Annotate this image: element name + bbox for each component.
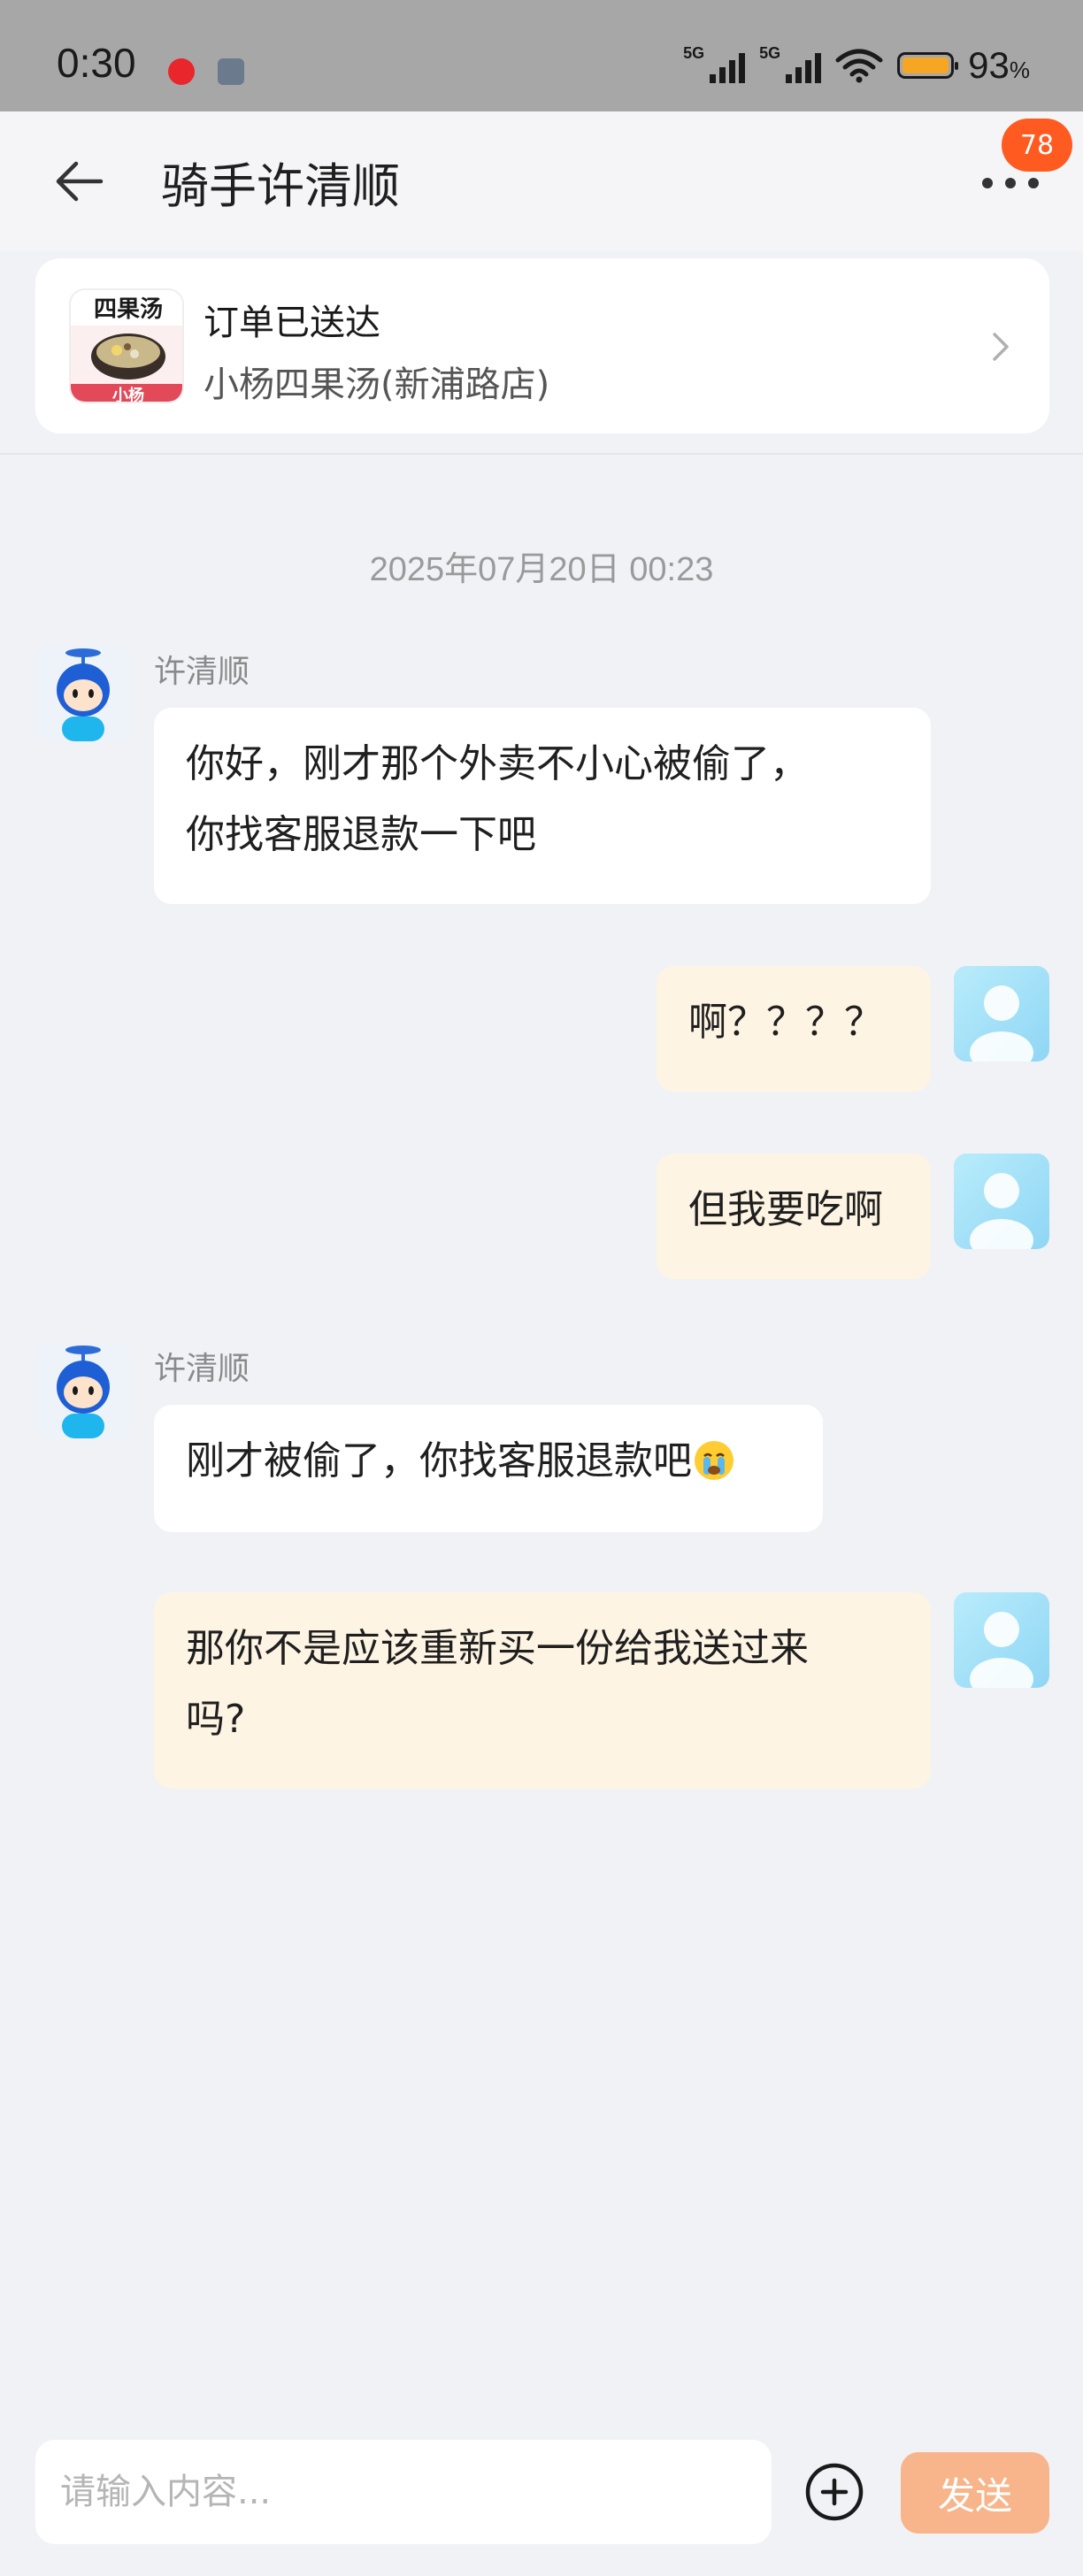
message-bubble[interactable]: 刚才被偷了，你找客服退款吧 (154, 1405, 823, 1532)
status-bar: 0:30 5G 5G 93% (0, 0, 1083, 111)
rider-avatar[interactable] (35, 1343, 131, 1438)
wifi-icon (835, 49, 883, 83)
order-card[interactable]: 四果汤 小杨 订单已送达 小杨四果汤(新浦路店) (35, 258, 1049, 433)
shop-name: 小杨四果汤(新浦路店) (204, 364, 550, 405)
message-line: 但我要吃啊 (688, 1187, 883, 1232)
svg-text:四果汤: 四果汤 (94, 296, 163, 323)
sender-name: 许清顺 (154, 1351, 250, 1387)
chat-timestamp: 2025年07月20日 00:23 (369, 551, 714, 588)
chat-header: 骑手许清顺 78 (0, 111, 1083, 251)
message-line: 那你不是应该重新买一份给我送过来 (186, 1626, 809, 1671)
message-input[interactable] (35, 2440, 772, 2544)
rider-avatar[interactable] (35, 646, 131, 741)
notification-app-icon (168, 58, 195, 85)
crying-face-icon (695, 1441, 734, 1480)
chevron-right-icon (993, 333, 1009, 361)
message-line: 你找客服退款一下吧 (186, 812, 536, 857)
order-status: 订单已送达 (204, 303, 380, 343)
message-line: 你好，刚才那个外卖不小心被偷了， (186, 741, 809, 786)
battery-icon (897, 52, 959, 79)
svg-text:小杨: 小杨 (112, 386, 144, 403)
back-arrow-icon[interactable] (50, 152, 108, 211)
divider (0, 453, 1083, 455)
user-avatar[interactable] (954, 1154, 1049, 1249)
message-bubble[interactable]: 但我要吃啊 (657, 1154, 931, 1279)
message-bubble[interactable]: 啊？？？？ (657, 966, 931, 1092)
message-input-box[interactable] (35, 2440, 772, 2544)
message-line: 吗? (186, 1697, 246, 1742)
send-button[interactable]: 发送 (901, 2452, 1049, 2534)
message-line: 刚才被偷了，你找客服退款吧 (186, 1438, 692, 1484)
add-attachment-icon[interactable] (803, 2461, 865, 2523)
signal-icon-2: 5G (759, 44, 822, 83)
sender-name: 许清顺 (154, 654, 250, 690)
user-avatar[interactable] (954, 966, 1049, 1062)
user-avatar[interactable] (954, 1592, 1049, 1688)
message-bubble[interactable]: 那你不是应该重新买一份给我送过来 吗? (154, 1592, 931, 1789)
battery-level: 93% (968, 44, 1030, 86)
status-icons: 5G 5G 93% (683, 44, 1030, 87)
page-title: 骑手许清顺 (161, 158, 400, 214)
status-time: 0:30 (57, 40, 136, 86)
shop-logo: 四果汤 小杨 (69, 288, 184, 403)
signal-icon: 5G (683, 44, 746, 83)
message-bubble[interactable]: 你好，刚才那个外卖不小心被偷了， 你找客服退款一下吧 (154, 708, 931, 904)
message-line: 啊？？？？ (688, 1000, 883, 1045)
notification-app-icon-2 (218, 58, 244, 85)
unread-badge: 78 (1002, 119, 1072, 172)
